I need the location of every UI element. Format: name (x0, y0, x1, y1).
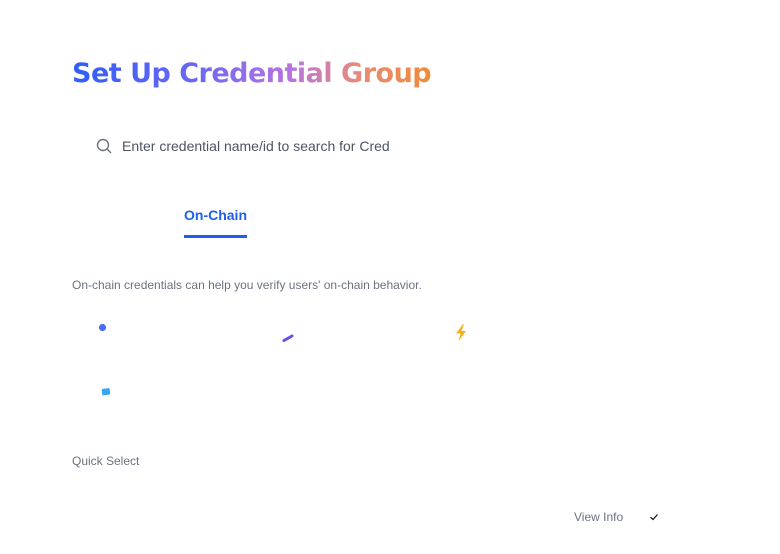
quick-select-label: Quick Select (72, 454, 140, 468)
blue-dot-icon[interactable] (97, 322, 108, 333)
view-info-label: View Info (574, 510, 624, 524)
check-icon (650, 514, 659, 521)
tab-description: On-chain credentials can help you verify… (72, 278, 422, 292)
lightning-icon[interactable] (454, 324, 468, 341)
tab-on-chain[interactable]: On-Chain (184, 207, 247, 238)
search-input[interactable] (122, 138, 502, 154)
search-icon (96, 138, 112, 154)
view-info-toggle[interactable]: View Info (574, 510, 659, 524)
search-bar[interactable] (96, 135, 516, 157)
blue-card-icon[interactable] (100, 386, 112, 398)
purple-slash-icon[interactable] (282, 333, 294, 343)
page-title: Set Up Credential Group (72, 58, 432, 89)
